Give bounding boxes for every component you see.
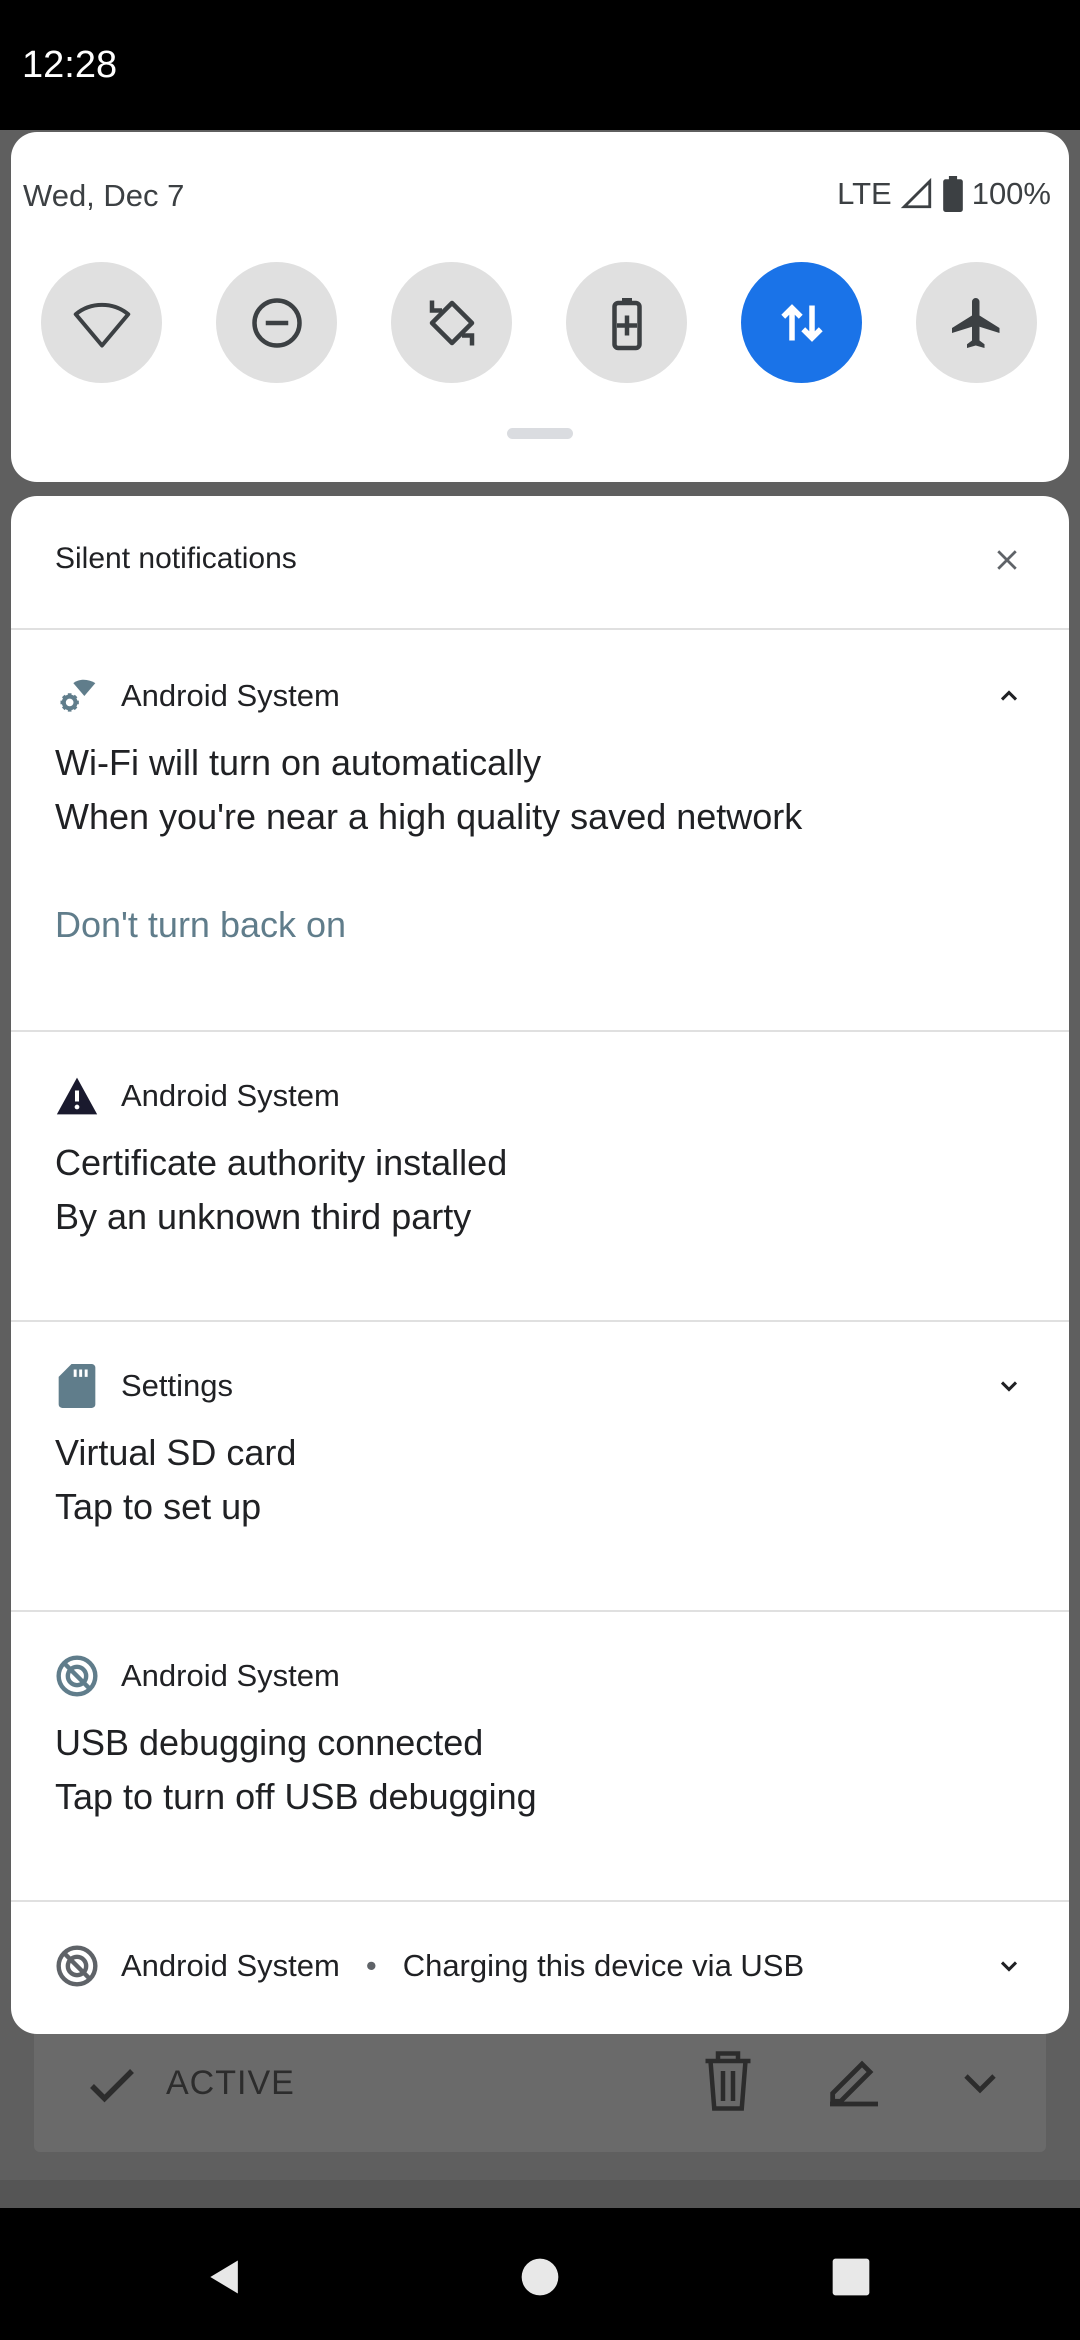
usb-debug-icon [55, 1654, 99, 1698]
section-header: Silent notifications [11, 496, 1069, 630]
notification-text: By an unknown third party [55, 1196, 472, 1237]
notification-title: Certificate authority installed [55, 1142, 508, 1183]
signal-icon [900, 177, 931, 209]
warning-icon [55, 1074, 99, 1118]
trash-icon [705, 2051, 751, 2111]
header-separator: • [365, 1948, 377, 1983]
edit-icon [830, 2060, 878, 2107]
notification-app-name: Android System [121, 1948, 340, 1983]
notification-header: Settings [55, 1364, 233, 1408]
do-not-disturb-icon [251, 297, 302, 348]
notification-header: Android System [55, 674, 340, 718]
notification-app-name: Android System [121, 678, 340, 713]
notification-app-name: Android System [121, 1658, 340, 1693]
background-status-label: ACTIVE [166, 2064, 295, 2102]
qs-status-icons: LTE 100% [837, 176, 1051, 212]
usb-debug-icon [55, 1944, 99, 1988]
qs-tile-battery-saver[interactable] [566, 262, 687, 383]
notification-text: Tap to turn off USB debugging [55, 1776, 537, 1817]
quick-settings-panel: Wed, Dec 7 LTE 100% [11, 132, 1069, 482]
recents-button[interactable] [826, 2252, 876, 2302]
battery-icon [942, 176, 963, 212]
battery-saver-icon [611, 297, 642, 350]
notification-header: Android System • Charging this device vi… [55, 1944, 804, 1988]
close-icon [997, 550, 1017, 570]
wifi-icon [73, 302, 130, 347]
notification-text: Tap to set up [55, 1486, 262, 1527]
notification-shade: Silent notifications Android System Wi-F… [11, 496, 1069, 2034]
qs-tile-wifi[interactable] [41, 262, 162, 383]
sd-card-icon [55, 1364, 99, 1408]
check-icon [90, 2069, 134, 2103]
notification-app-name: Settings [121, 1368, 234, 1403]
auto-rotate-icon [429, 300, 474, 345]
qs-date[interactable]: Wed, Dec 7 [23, 178, 184, 214]
notification-app-name: Android System [121, 1078, 340, 1113]
status-bar: 12:28 [0, 0, 1080, 130]
notification-wifi[interactable]: Android System Wi-Fi will turn on automa… [11, 630, 1069, 1032]
chevron-up-icon [1000, 690, 1018, 701]
drag-handle[interactable] [507, 428, 573, 439]
battery-percent: 100% [971, 176, 1051, 211]
chevron-down-icon [1000, 1961, 1018, 1972]
chevron-down-icon [964, 2074, 996, 2094]
recents-icon [832, 2258, 870, 2296]
expand-button[interactable] [987, 1364, 1031, 1408]
chevron-down-icon [1000, 1381, 1018, 1392]
notification-title: Virtual SD card [55, 1432, 297, 1473]
notification-title: Wi-Fi will turn on automatically [55, 742, 542, 783]
back-button[interactable] [200, 2252, 250, 2302]
notification-usb-charging[interactable]: Android System • Charging this device vi… [11, 1900, 1069, 2034]
qs-tile-airplane[interactable] [916, 262, 1037, 383]
qs-tile-dnd[interactable] [216, 262, 337, 383]
wifi-settings-icon [55, 674, 99, 718]
notification-header: Android System [55, 1654, 340, 1698]
notification-usb-debugging[interactable]: Android System USB debugging connected T… [11, 1610, 1069, 1902]
notification-certificate[interactable]: Android System Certificate authority ins… [11, 1030, 1069, 1322]
back-icon [210, 2260, 238, 2294]
expand-button[interactable] [987, 1944, 1031, 1988]
qs-tile-mobile-data[interactable] [741, 262, 862, 383]
section-title: Silent notifications [55, 542, 297, 575]
notification-sd-card[interactable]: Settings Virtual SD card Tap to set up [11, 1320, 1069, 1612]
airplane-mode-icon [951, 297, 999, 348]
network-type: LTE [837, 176, 892, 211]
status-clock: 12:28 [22, 44, 118, 86]
qs-tiles [41, 262, 1051, 384]
qs-tile-rotate[interactable] [391, 262, 512, 383]
notification-subtext: Charging this device via USB [402, 1948, 805, 1983]
dismiss-section-button[interactable] [985, 538, 1029, 582]
home-icon [521, 2258, 559, 2296]
dont-turn-back-on-button[interactable]: Don't turn back on [55, 904, 346, 946]
collapse-button[interactable] [987, 674, 1031, 718]
notification-text: When you're near a high quality saved ne… [55, 796, 803, 837]
background-strip [0, 2180, 1080, 2208]
home-button[interactable] [515, 2252, 565, 2302]
notification-title: USB debugging connected [55, 1722, 484, 1763]
mobile-data-icon [780, 303, 823, 342]
navigation-bar [0, 2208, 1080, 2340]
notification-header: Android System [55, 1074, 340, 1118]
